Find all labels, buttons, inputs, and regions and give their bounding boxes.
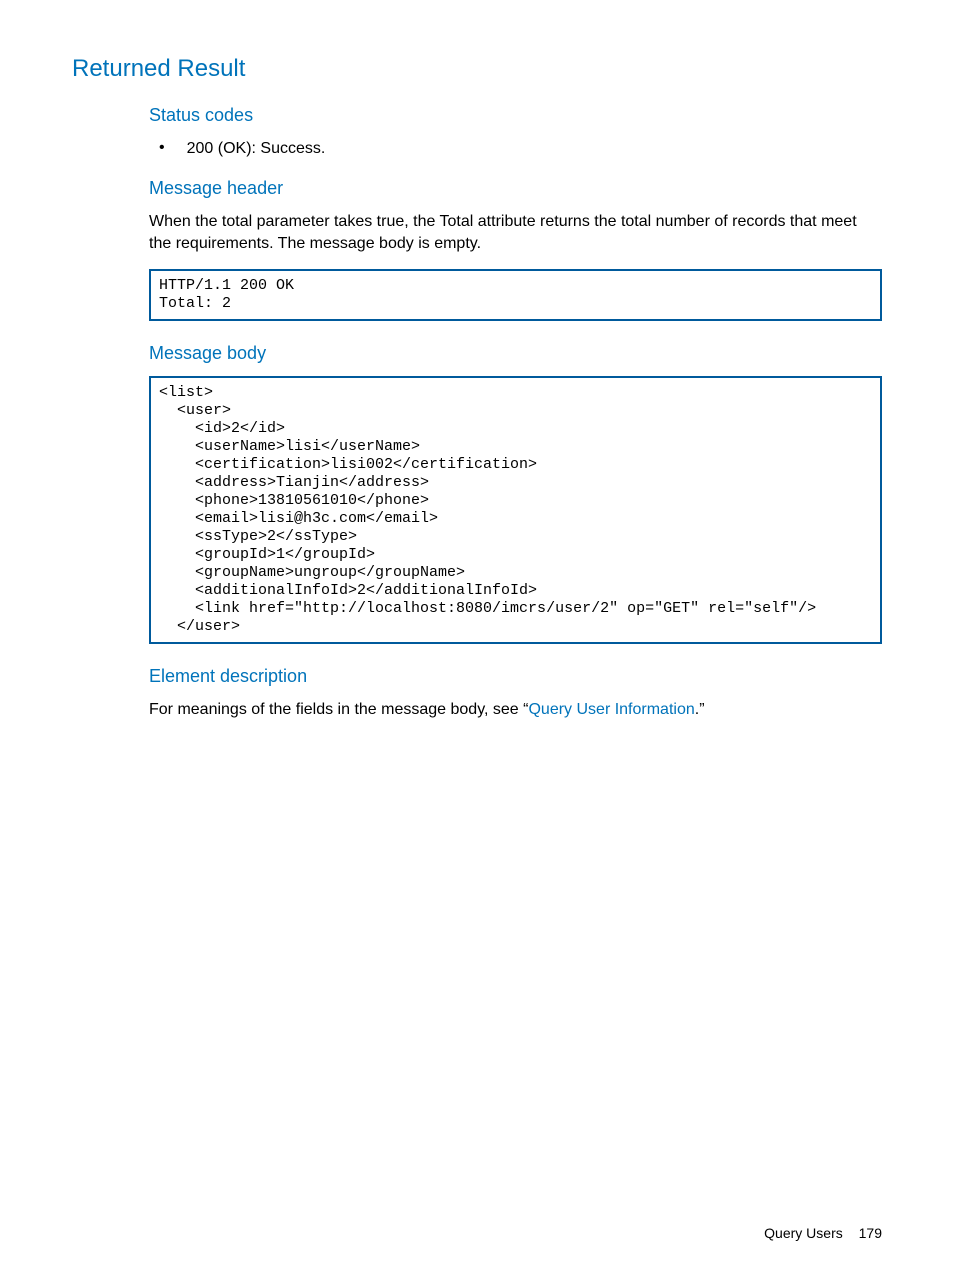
bullet-icon: • [159, 138, 165, 158]
element-description-paragraph: For meanings of the fields in the messag… [149, 699, 882, 721]
list-item: • 200 (OK): Success. [149, 138, 882, 160]
heading-returned-result: Returned Result [72, 55, 882, 83]
link-query-user-information[interactable]: Query User Information [528, 701, 694, 718]
footer-title: Query Users [764, 1225, 843, 1241]
element-desc-suffix: .” [695, 701, 705, 718]
heading-status-codes: Status codes [149, 105, 882, 126]
status-code-text: 200 (OK): Success. [187, 138, 326, 160]
code-block-body: <list> <user> <id>2</id> <userName>lisi<… [149, 376, 882, 644]
heading-message-body: Message body [149, 343, 882, 364]
heading-element-description: Element description [149, 666, 882, 687]
page-footer: Query Users 179 [764, 1225, 882, 1241]
message-header-paragraph: When the total parameter takes true, the… [149, 211, 882, 255]
element-desc-prefix: For meanings of the fields in the messag… [149, 701, 528, 718]
code-block-header: HTTP/1.1 200 OK Total: 2 [149, 269, 882, 321]
heading-message-header: Message header [149, 178, 882, 199]
footer-page-number: 179 [859, 1225, 882, 1241]
